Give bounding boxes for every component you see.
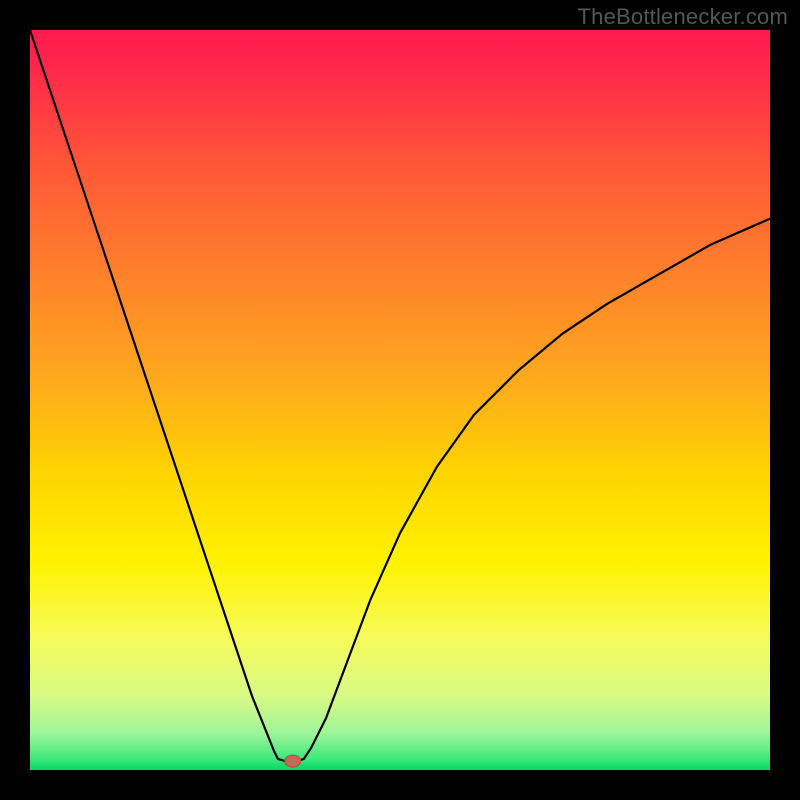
gradient-background [30,30,770,770]
plot-area [30,30,770,770]
marker-dot [285,755,301,767]
chart-svg [30,30,770,770]
watermark-text: TheBottlenecker.com [578,4,788,30]
chart-container: TheBottlenecker.com [0,0,800,800]
